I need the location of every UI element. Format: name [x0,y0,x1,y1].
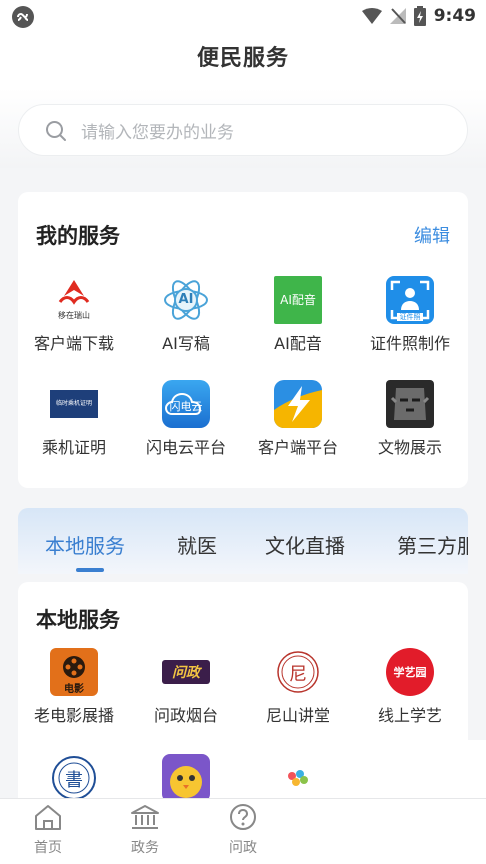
ai-voice-icon: AI配音 [274,276,322,324]
service-item-relic-display[interactable]: 文物展示 [354,380,466,458]
service-item-lightning-cloud[interactable]: 闪电云 闪电云平台 [130,380,242,458]
search-section: 请输入您要办的业务 [0,88,486,168]
search-placeholder: 请输入您要办的业务 [81,123,234,143]
nav-label: 政务 [131,840,159,856]
service-item-chick-game[interactable] [130,754,242,802]
service-label: 客户端平台 [257,438,338,457]
scroll-fade-overlay [320,740,486,800]
nishan-seal-icon: 尼 [274,648,322,696]
service-item-id-photo[interactable]: 证件照 证件照制作 [354,276,466,354]
service-item-client-platform[interactable]: 客户端平台 [242,380,354,458]
service-label: 闪电云平台 [145,438,226,457]
edit-button[interactable]: 编辑 [414,222,450,248]
service-label: 尼山讲堂 [265,706,330,725]
wenzheng-icon: 问政 [162,648,210,696]
chick-game-icon [162,754,210,802]
app-notification-icon [12,6,34,28]
battery-charging-icon [413,6,426,26]
search-input[interactable]: 请输入您要办的业务 [18,104,468,156]
nav-label: 首页 [34,840,62,856]
app-download-icon: 移在瑞山 [50,276,98,324]
library-seal-icon: 書 [50,754,98,802]
service-item-library[interactable]: 書 [18,754,130,802]
page-header: 便民服务 [0,34,486,88]
service-item-online-arts[interactable]: 学艺园 线上学艺 [354,648,466,726]
service-label: AI写稿 [162,334,210,353]
active-tab-indicator [76,568,104,572]
my-services-title: 我的服务 [36,224,120,248]
client-platform-icon [274,380,322,428]
service-label: 客户端下载 [33,334,114,353]
service-label: 证件照制作 [369,334,450,353]
service-item-ai-voice[interactable]: AI配音 AI配音 [242,276,354,354]
nav-label: 问政 [229,840,257,856]
service-item-app-download[interactable]: 移在瑞山 客户端下载 [18,276,130,354]
boarding-certificate-icon: 临时乘机证明 [50,380,98,428]
service-item-nishan-lecture[interactable]: 尼 尼山讲堂 [242,648,354,726]
service-item-ai-writing[interactable]: AI AI写稿 [130,276,242,354]
id-photo-icon: 证件照 [386,276,434,324]
service-item-boarding-cert[interactable]: 临时乘机证明 乘机证明 [18,380,130,458]
service-label: 线上学艺 [377,706,442,725]
my-services-card: 我的服务 编辑 移在瑞山 客户端下载 AI AI写稿 AI配音 AI配音 证件照… [18,192,468,488]
wifi-icon [361,8,382,24]
film-reel-icon: 电影 [50,648,98,696]
search-icon [46,121,66,141]
question-icon [230,804,256,830]
tab-third-party[interactable]: 第三方服 [397,530,468,559]
tab-culture-live[interactable]: 文化直播 [265,530,345,559]
nav-item-government[interactable]: 政务 [115,803,175,857]
service-label: 老电影展播 [33,706,114,725]
local-services-title: 本地服务 [36,608,120,632]
home-icon [35,805,61,830]
colorful-logo-icon [274,754,322,802]
service-label: 问政烟台 [153,706,218,725]
nav-item-home[interactable]: 首页 [18,803,78,857]
ai-atom-icon: AI [162,276,210,324]
government-icon [131,805,159,829]
signal-off-icon [389,8,406,24]
category-tabs: 本地服务 就医 文化直播 第三方服 [18,508,468,574]
nav-item-wenzheng[interactable]: 问政 [213,803,273,857]
lightning-cloud-icon: 闪电云 [162,380,210,428]
tab-medical[interactable]: 就医 [177,530,217,559]
service-label: 文物展示 [377,438,442,457]
clock-time: 9:49 [433,6,476,26]
page-title: 便民服务 [196,46,289,71]
relic-mask-icon [386,380,434,428]
service-label: AI配音 [274,334,322,353]
status-bar: 9:49 [0,0,486,34]
service-label: 乘机证明 [41,438,106,457]
tab-local-services[interactable]: 本地服务 [45,530,125,559]
service-item-wenzheng-yantai[interactable]: 问政 问政烟台 [130,648,242,726]
service-item-old-movies[interactable]: 电影 老电影展播 [18,648,130,726]
bottom-navigation: 首页 政务 问政 [0,798,486,864]
xueyi-icon: 学艺园 [386,648,434,696]
